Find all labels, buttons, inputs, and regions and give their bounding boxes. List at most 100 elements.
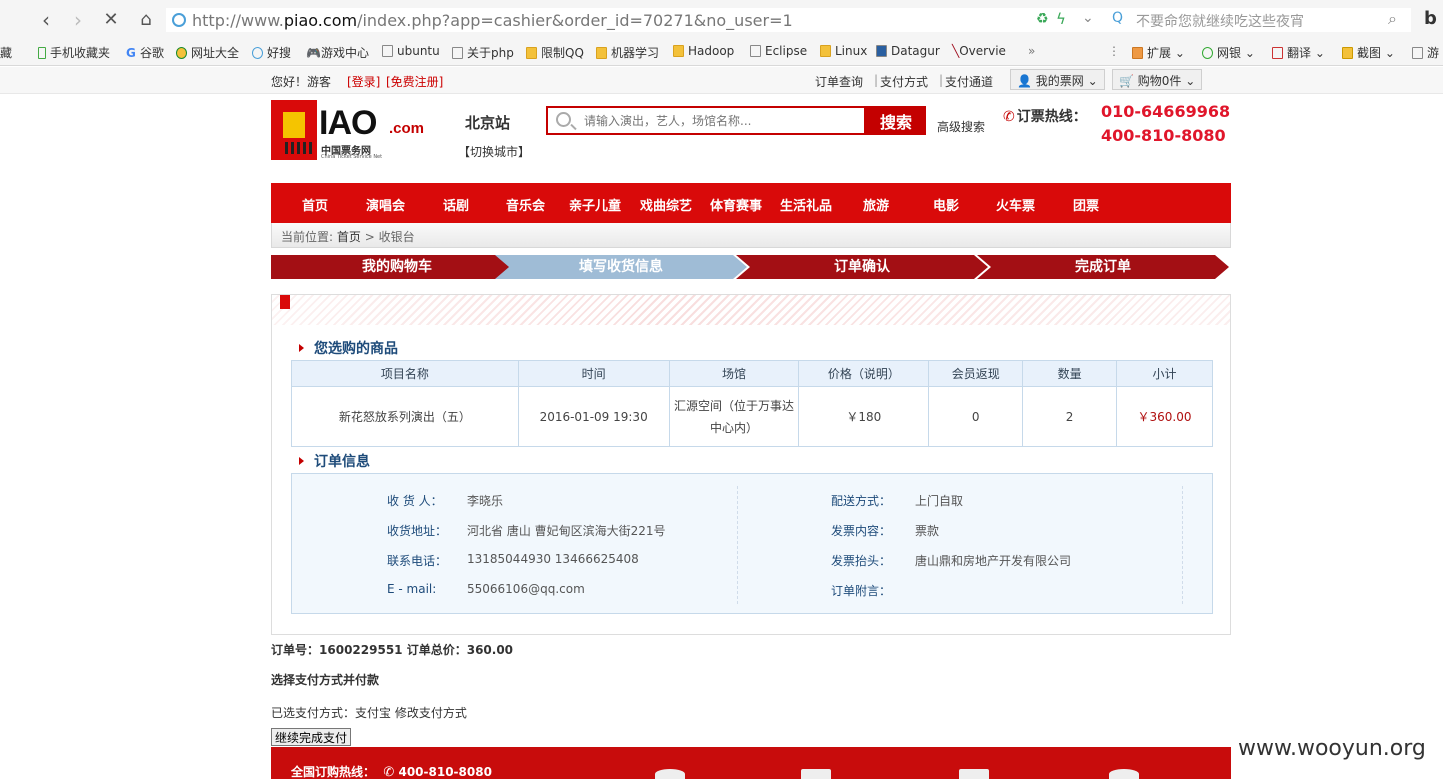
divider xyxy=(1182,486,1183,604)
chevron-down-icon[interactable]: ⌄ xyxy=(1082,10,1094,26)
step-confirm: 订单确认 xyxy=(736,255,988,279)
col-header: 价格（说明） xyxy=(798,360,930,387)
phone-label: 联系电话： xyxy=(387,554,448,568)
order-summary: 订单号：1600229551 订单总价：360.00 xyxy=(271,641,513,658)
order-info-title: 订单信息 xyxy=(299,451,370,471)
bookmark-item[interactable]: 藏 xyxy=(0,44,12,61)
bookmark-item[interactable]: 手机收藏夹 xyxy=(38,44,110,61)
menu-dots-icon[interactable]: ⋮ xyxy=(1108,44,1120,58)
nav-item-gifts[interactable]: 生活礼品 xyxy=(780,195,832,214)
bookmark-item[interactable]: Linux xyxy=(820,44,867,58)
gamepad-icon: 🎮 xyxy=(306,46,321,60)
nav-item-concert[interactable]: 演唱会 xyxy=(366,195,405,214)
order-info-box: 收 货 人： 李晓乐 收货地址： 河北省 唐山 曹妃甸区滨海大街221号 联系电… xyxy=(291,473,1213,614)
bank-icon xyxy=(1202,47,1213,59)
breadcrumb-home-link[interactable]: 首页 xyxy=(337,230,361,244)
bookmark-item[interactable]: Datagur xyxy=(876,44,940,58)
stop-icon[interactable]: ✕ xyxy=(99,8,123,32)
site-top-strip: 您好！游客 [登录] [免费注册] 订单查询 | 支付方式 | 支付通道 👤 我… xyxy=(0,67,1443,94)
nav-item-opera[interactable]: 戏曲综艺 xyxy=(640,195,692,214)
hotline-label: ✆ 订票热线： xyxy=(1003,109,1087,125)
toolbar-item[interactable]: 网银 ⌄ xyxy=(1202,44,1255,61)
order-panel: 您选购的商品 项目名称 时间 场馆 价格（说明） 会员返现 数量 小计 新花怒放… xyxy=(271,294,1231,635)
order-total: 360.00 xyxy=(466,643,514,657)
bookmark-item[interactable]: Hadoop xyxy=(673,44,734,58)
register-link[interactable]: [免费注册] xyxy=(386,73,443,90)
nav-item-drama[interactable]: 话剧 xyxy=(443,195,469,214)
nav-item-sports[interactable]: 体育赛事 xyxy=(710,195,762,214)
bookmark-overflow[interactable]: » xyxy=(1028,44,1035,58)
selected-payment[interactable]: 已选支付方式：支付宝 修改支付方式 xyxy=(271,704,467,721)
col-header: 项目名称 xyxy=(291,360,519,387)
toolbar-item[interactable]: 截图 ⌄ xyxy=(1342,44,1395,61)
toolbar-item[interactable]: 游 xyxy=(1412,44,1439,61)
bookmark-item[interactable]: 机器学习 xyxy=(596,44,659,61)
forward-icon[interactable]: › xyxy=(66,8,90,32)
toolbar-item[interactable]: 扩展 ⌄ xyxy=(1132,44,1185,61)
url-text: http://www.piao.com/index.php?app=cashie… xyxy=(192,11,793,30)
toolbar-item[interactable]: 翻译 ⌄ xyxy=(1272,44,1325,61)
back-icon[interactable]: ‹ xyxy=(34,8,58,32)
bookmark-item[interactable]: G 谷歌 xyxy=(126,44,164,61)
bookmark-item[interactable]: Eclipse xyxy=(750,44,807,58)
nav-item-travel[interactable]: 旅游 xyxy=(863,195,889,214)
step-complete: 完成订单 xyxy=(977,255,1229,279)
cart-dropdown[interactable]: 🛒 购物0件 ⌄ xyxy=(1112,69,1203,90)
extension-icon xyxy=(1132,47,1143,59)
search-engine-icon[interactable]: Q xyxy=(1112,10,1123,26)
step-cart: 我的购物车 xyxy=(271,255,523,279)
bookmark-item[interactable]: 关于php xyxy=(452,44,514,61)
chart-icon xyxy=(876,45,887,57)
hotline-number-1: 010-64669968 xyxy=(1101,102,1231,121)
order-query-link[interactable]: 订单查询 xyxy=(815,73,863,90)
folder-icon xyxy=(673,45,684,57)
folder-icon xyxy=(596,47,607,59)
nav-item-home[interactable]: 首页 xyxy=(302,195,328,214)
payment-method-link[interactable]: 支付方式 xyxy=(880,73,928,90)
address-row: ‹ › ✕ ⌂ http://www.piao.com/index.php?ap… xyxy=(0,0,1443,40)
panel-red-tab xyxy=(280,295,290,309)
nav-item-train[interactable]: 火车票 xyxy=(996,195,1035,214)
globe-icon xyxy=(176,47,187,59)
bookmark-item[interactable]: 网址大全 xyxy=(176,44,239,61)
switch-city-link[interactable]: 【切换城市】 xyxy=(458,143,530,160)
invoice-content-value: 票款 xyxy=(915,524,940,538)
nav-item-movie[interactable]: 电影 xyxy=(933,195,959,214)
haosou-icon xyxy=(252,47,263,59)
site-logo[interactable]: IAO .com 中国票务网 China Ticket Service Net xyxy=(271,100,441,162)
advanced-search-link[interactable]: 高级搜索 xyxy=(937,118,985,135)
divider: | xyxy=(874,73,879,87)
delivery-icon xyxy=(959,769,989,779)
search-icon[interactable]: ⌕ xyxy=(1388,9,1397,29)
greeting: 您好！游客 xyxy=(271,75,332,89)
payment-channel-link[interactable]: 支付通道 xyxy=(945,73,993,90)
search-input[interactable] xyxy=(584,112,854,130)
logo-p-inner xyxy=(283,112,305,138)
col-header: 时间 xyxy=(517,360,670,387)
search-hint[interactable]: 不要命您就继续吃这些夜宵 xyxy=(1136,11,1304,31)
nav-item-group[interactable]: 团票 xyxy=(1073,195,1099,214)
browser-logo-icon[interactable]: b xyxy=(1424,8,1437,29)
game-icon xyxy=(1412,47,1423,59)
main-nav: 首页 演唱会 话剧 音乐会 亲子儿童 戏曲综艺 体育赛事 生活礼品 旅游 电影 … xyxy=(271,183,1231,223)
my-account-dropdown[interactable]: 👤 我的票网 ⌄ xyxy=(1010,69,1105,90)
continue-payment-button[interactable]: 继续完成支付 xyxy=(271,728,352,746)
bookmark-item[interactable]: 限制QQ xyxy=(526,44,584,61)
translate-icon xyxy=(1272,47,1283,59)
home-icon[interactable]: ⌂ xyxy=(134,8,158,32)
product-subtotal: ￥360.00 xyxy=(1116,386,1213,447)
lightning-icon[interactable]: ϟ xyxy=(1056,10,1066,28)
bookmark-item[interactable]: ╲Overvie xyxy=(952,44,1006,58)
bookmark-item[interactable]: ubuntu xyxy=(382,44,440,58)
login-link[interactable]: [登录] xyxy=(347,73,380,90)
bookmark-item[interactable]: 🎮游戏中心 xyxy=(306,44,369,61)
product-name[interactable]: 新花怒放系列演出（五） xyxy=(291,386,519,447)
bookmark-item[interactable]: 好搜 xyxy=(252,44,291,61)
search-button[interactable]: 搜索 xyxy=(866,106,926,135)
nav-item-kids[interactable]: 亲子儿童 xyxy=(569,195,621,214)
nav-item-music[interactable]: 音乐会 xyxy=(506,195,545,214)
page-loading-icon xyxy=(172,13,186,27)
breadcrumb-prefix: 当前位置: xyxy=(281,230,334,244)
recycle-icon[interactable]: ♻ xyxy=(1036,11,1049,27)
col-header: 小计 xyxy=(1116,360,1213,387)
